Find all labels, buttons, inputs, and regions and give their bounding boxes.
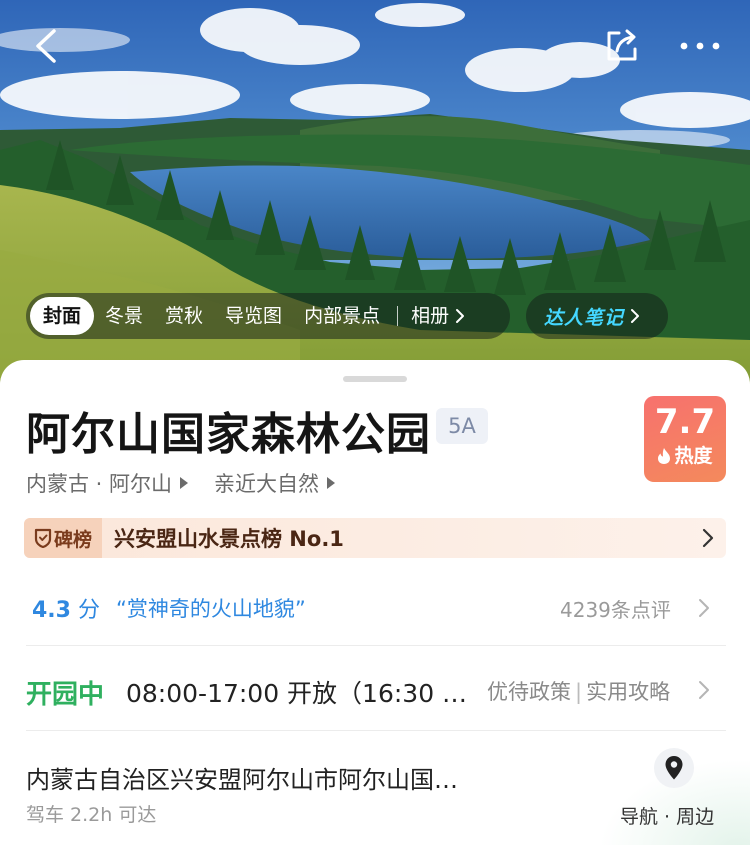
poi-title: 阿尔山国家森林公园: [26, 409, 431, 460]
review-highlight: “赏神奇的火山地貌”: [116, 597, 306, 621]
ranking-text: 兴安盟山水景点榜 No.1: [114, 527, 344, 551]
heat-label: 热度: [674, 445, 713, 467]
photo-tab-bar: 封面 冬景 赏秋 导览图 内部景点 相册: [26, 293, 510, 339]
breadcrumb: 内蒙古 · 阿尔山 亲近大自然: [26, 468, 361, 498]
heat-badge[interactable]: 7.7 热度: [644, 396, 726, 482]
shield-icon: [34, 528, 52, 548]
opening-hours-row[interactable]: 开园中 08:00-17:00 开放（16:30 … 优待政策 | 实用攻略: [0, 646, 750, 730]
heat-score: 7.7: [654, 402, 716, 442]
level-badge: 5A: [436, 408, 488, 444]
review-row[interactable]: 4.3 分 “赏神奇的火山地貌” 4239条点评: [0, 572, 750, 644]
flame-icon: [658, 448, 671, 464]
tab-autumn[interactable]: 赏秋: [154, 297, 214, 335]
breadcrumb-theme[interactable]: 亲近大自然: [214, 468, 319, 498]
hero-photo[interactable]: 封面 冬景 赏秋 导览图 内部景点 相册 达人笔记: [0, 0, 750, 400]
travel-guide-link[interactable]: 实用攻略: [586, 680, 670, 704]
back-button[interactable]: [22, 22, 70, 70]
share-button[interactable]: [598, 22, 646, 70]
rating-unit: 分: [77, 598, 100, 623]
location-pin-icon: [665, 756, 683, 780]
ranking-tag: 碑榜: [24, 518, 102, 558]
breadcrumb-region[interactable]: 内蒙古 · 阿尔山: [26, 468, 172, 498]
ranking-tag-label: 碑榜: [53, 528, 92, 551]
tab-divider: [397, 306, 399, 326]
tab-album-label: 相册: [411, 305, 450, 327]
chevron-right-icon: [631, 309, 640, 323]
rating-value: 4.3: [32, 598, 71, 623]
triangle-right-icon: [327, 477, 336, 489]
address-row[interactable]: 内蒙古自治区兴安盟阿尔山市阿尔山国… 驾车 2.2h 可达 导航 · 周边: [0, 730, 750, 845]
tab-inner-spots[interactable]: 内部景点: [293, 297, 391, 335]
more-dots-icon: [680, 42, 720, 50]
chevron-right-icon: [456, 309, 465, 323]
rating-score: 4.3 分: [32, 592, 100, 624]
chevron-right-icon: [699, 681, 709, 699]
drive-time: 驾车 2.2h 可达: [26, 804, 157, 826]
address-text: 内蒙古自治区兴安盟阿尔山市阿尔山国…: [26, 766, 458, 794]
tab-guide-map[interactable]: 导览图: [214, 297, 293, 335]
navigation-button[interactable]: [654, 748, 694, 788]
expert-notes-button[interactable]: 达人笔记: [526, 293, 668, 339]
chevron-left-icon: [36, 29, 56, 63]
tab-cover[interactable]: 封面: [30, 297, 95, 335]
tab-winter[interactable]: 冬景: [94, 297, 154, 335]
triangle-right-icon: [180, 477, 189, 489]
opening-hours: 08:00-17:00 开放（16:30 …: [126, 679, 468, 708]
ranking-banner[interactable]: 碑榜 兴安盟山水景点榜 No.1: [24, 518, 726, 558]
chevron-right-icon: [699, 599, 709, 617]
navigation-label[interactable]: 导航 · 周边: [620, 802, 714, 829]
expert-notes-label: 达人笔记: [544, 306, 625, 329]
review-count: 4239条点评: [560, 598, 671, 622]
open-status: 开园中: [26, 680, 105, 710]
chevron-right-icon: [702, 528, 714, 548]
heat-label-row: 热度: [644, 442, 726, 470]
poi-info-card: 阿尔山国家森林公园 5A 7.7 热度 内蒙古 · 阿尔山 亲近大自然 碑榜 兴…: [0, 360, 750, 845]
drag-handle[interactable]: [343, 376, 407, 382]
share-icon: [607, 29, 637, 61]
tab-album[interactable]: 相册: [400, 297, 476, 335]
policy-links: 优待政策 | 实用攻略: [487, 680, 671, 704]
discount-policy-link[interactable]: 优待政策: [487, 680, 571, 704]
more-button[interactable]: [676, 22, 724, 70]
